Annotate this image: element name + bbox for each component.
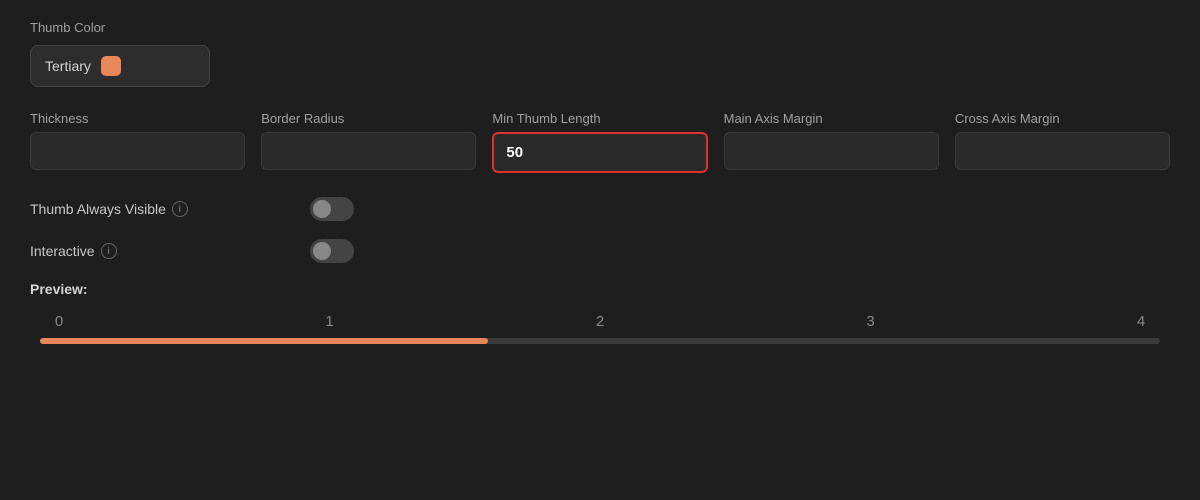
thumb-color-section: Thumb Color Tertiary [30,20,1170,87]
fields-row: Thickness Border Radius Min Thumb Length… [30,111,1170,173]
thumb-always-visible-toggle[interactable] [310,197,354,221]
main-axis-margin-label: Main Axis Margin [724,111,939,126]
interactive-info-icon[interactable]: i [101,243,117,259]
interactive-row: Interactive i [30,239,1170,263]
border-radius-group: Border Radius [261,111,476,170]
tick-0: 0 [44,313,74,330]
cross-axis-margin-input[interactable] [955,132,1170,170]
slider-container: 0 1 2 3 4 [30,313,1170,344]
cross-axis-margin-group: Cross Axis Margin [955,111,1170,170]
thickness-group: Thickness [30,111,245,170]
slider-track[interactable] [40,338,1160,344]
preview-section: Preview: 0 1 2 3 4 [30,281,1170,344]
border-radius-label: Border Radius [261,111,476,126]
thumb-always-visible-row: Thumb Always Visible i [30,197,1170,221]
preview-label: Preview: [30,281,1170,297]
tick-3: 3 [856,313,886,330]
thickness-label: Thickness [30,111,245,126]
slider-ticks: 0 1 2 3 4 [40,313,1160,330]
thumb-color-label: Thumb Color [30,20,1170,35]
tick-2: 2 [585,313,615,330]
interactive-label: Interactive i [30,243,310,259]
border-radius-input[interactable] [261,132,476,170]
main-axis-margin-group: Main Axis Margin [724,111,939,170]
min-thumb-length-label: Min Thumb Length [492,111,707,126]
interactive-track [310,239,354,263]
interactive-toggle[interactable] [310,239,354,263]
tick-4: 4 [1126,313,1156,330]
thumb-always-visible-track [310,197,354,221]
thumb-always-visible-label: Thumb Always Visible i [30,201,310,217]
thumb-always-visible-thumb [313,200,331,218]
thumb-always-visible-info-icon[interactable]: i [172,201,188,217]
main-axis-margin-input[interactable] [724,132,939,170]
cross-axis-margin-label: Cross Axis Margin [955,111,1170,126]
dropdown-label: Tertiary [45,58,91,74]
thumb-always-visible-text: Thumb Always Visible [30,201,166,217]
color-swatch [101,56,121,76]
min-thumb-length-group: Min Thumb Length [492,111,707,173]
interactive-thumb [313,242,331,260]
thickness-input[interactable] [30,132,245,170]
interactive-text: Interactive [30,243,95,259]
slider-fill [40,338,488,344]
min-thumb-length-input[interactable] [492,132,707,173]
thumb-color-dropdown[interactable]: Tertiary [30,45,210,87]
tick-1: 1 [315,313,345,330]
